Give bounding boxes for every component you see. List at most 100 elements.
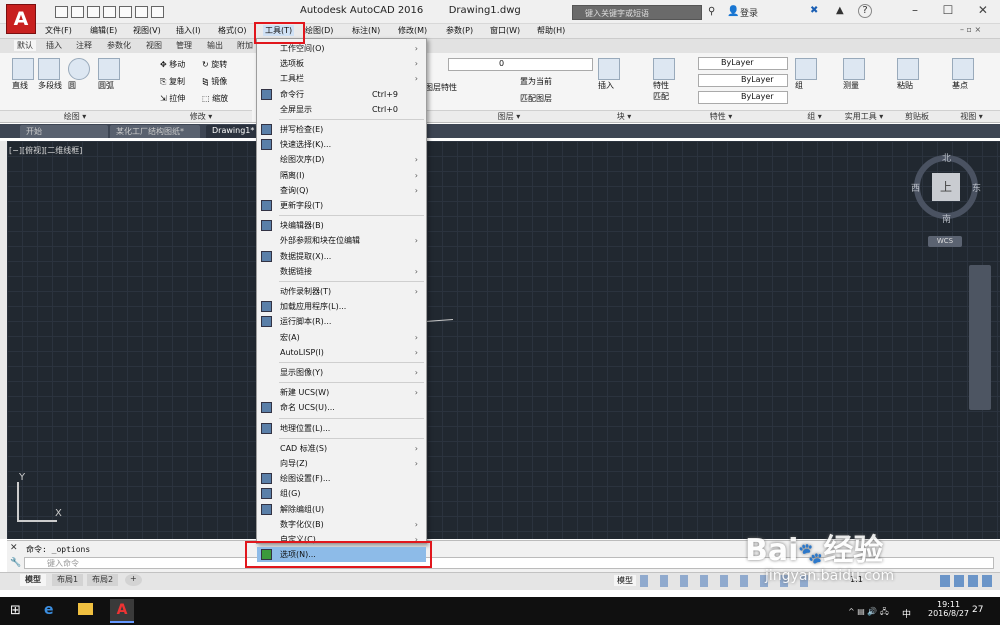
tools-menu-item-8[interactable]: 绘图次序(D) › — [257, 152, 426, 167]
line-button[interactable]: 直线 — [12, 58, 34, 91]
save-icon[interactable] — [87, 6, 100, 18]
tab-annotate[interactable]: 注释 — [76, 40, 92, 51]
group-label-view[interactable]: 视图 ▾ — [943, 110, 1000, 122]
group-button[interactable]: 组 — [795, 58, 817, 91]
tools-menu-item-9[interactable]: 隔离(I) › — [257, 168, 426, 183]
menu-file[interactable]: 文件(F) — [45, 25, 72, 36]
compass-north[interactable]: 北 — [942, 151, 951, 164]
clock[interactable]: 19:11 2016/8/27 — [928, 600, 969, 618]
group-label-modify[interactable]: 修改 ▾ — [150, 110, 252, 122]
menu-window[interactable]: 窗口(W) — [490, 25, 520, 36]
tab-parametric[interactable]: 参数化 — [107, 40, 131, 51]
layout-tab-1[interactable]: 布局1 — [52, 574, 84, 586]
copy-button[interactable]: ⎘ 复制 — [160, 76, 185, 87]
tab-insert[interactable]: 插入 — [46, 40, 62, 51]
wcs-menu[interactable]: WCS — [928, 236, 962, 247]
user-icon[interactable]: 👤 — [727, 6, 739, 17]
menu-edit[interactable]: 编辑(E) — [90, 25, 117, 36]
maximize-button[interactable]: ☐ — [943, 3, 954, 17]
notification-center[interactable]: 27 — [972, 605, 983, 615]
group-label-properties[interactable]: 特性 ▾ — [650, 110, 792, 122]
circle-button[interactable]: 圆 — [68, 58, 90, 91]
tools-menu-item-13[interactable]: 块编辑器(B) — [257, 218, 426, 233]
drawing-canvas[interactable] — [7, 141, 1000, 539]
tools-menu-item-18[interactable]: 动作录制器(T) › — [257, 284, 426, 299]
edge-browser-icon[interactable]: e — [44, 602, 54, 618]
layer-properties-button[interactable]: 图层特性 — [425, 82, 457, 93]
tools-menu-item-19[interactable]: 加载应用程序(L)... — [257, 299, 426, 314]
file-tab-plant[interactable]: 某化工厂结构图纸* — [110, 125, 200, 138]
new-file-icon[interactable] — [55, 6, 68, 18]
menu-draw[interactable]: 绘图(D) — [305, 25, 333, 36]
tools-menu-item-14[interactable]: 外部参照和块在位编辑 › — [257, 233, 426, 248]
layout-tab-model[interactable]: 模型 — [20, 574, 46, 586]
tools-menu-item-20[interactable]: 运行脚本(R)... — [257, 314, 426, 329]
tab-default[interactable]: 默认 — [14, 40, 36, 51]
undo-icon[interactable] — [135, 6, 148, 18]
tools-menu-item-35[interactable]: 解除编组(U) — [257, 502, 426, 517]
print-icon[interactable] — [119, 6, 132, 18]
measure-button[interactable]: 测量 — [843, 58, 865, 91]
command-close-icon[interactable]: ✕ — [10, 543, 18, 553]
menu-parametric[interactable]: 参数(P) — [446, 25, 473, 36]
save-as-icon[interactable] — [103, 6, 116, 18]
add-layout-button[interactable]: + — [125, 574, 142, 586]
compass-west[interactable]: 西 — [911, 181, 920, 194]
file-explorer-icon[interactable] — [78, 603, 93, 615]
arc-button[interactable]: 圆弧 — [98, 58, 120, 91]
layout-tab-2[interactable]: 布局2 — [87, 574, 119, 586]
tools-menu-item-32[interactable]: 向导(Z) › — [257, 456, 426, 471]
file-tab-drawing1[interactable]: Drawing1* — [206, 125, 256, 138]
windows-start-icon[interactable]: ⊞ — [10, 603, 21, 618]
menu-view[interactable]: 视图(V) — [133, 25, 161, 36]
tools-menu-item-24[interactable]: 显示图像(Y) › — [257, 365, 426, 380]
tab-addins[interactable]: 附加 — [237, 40, 253, 51]
tab-manage[interactable]: 管理 — [176, 40, 192, 51]
login-link[interactable]: 登录 — [740, 6, 758, 19]
help-icon[interactable]: ? — [858, 4, 872, 18]
base-point-button[interactable]: 基点 — [952, 58, 974, 91]
match-properties-button[interactable]: 特性匹配 — [653, 58, 675, 102]
layer-dropdown[interactable]: 0 — [448, 58, 593, 71]
minimize-button[interactable]: – — [912, 3, 918, 17]
autocad-taskbar-icon[interactable]: A — [110, 599, 134, 623]
tools-menu-item-3[interactable]: 命令行 Ctrl+9 — [257, 87, 426, 102]
tools-menu-item-27[interactable]: 命名 UCS(U)... — [257, 400, 426, 415]
move-button[interactable]: ✥ 移动 — [160, 59, 185, 70]
close-button[interactable]: ✕ — [978, 3, 988, 17]
tools-menu-item-29[interactable]: 地理位置(L)... — [257, 421, 426, 436]
compass-south[interactable]: 南 — [942, 212, 951, 225]
application-menu-button[interactable]: A — [6, 4, 36, 34]
tools-menu-item-26[interactable]: 新建 UCS(W) › — [257, 385, 426, 400]
insert-block-button[interactable]: 插入 — [598, 58, 620, 91]
match-layer-button[interactable]: 匹配图层 — [520, 93, 552, 104]
group-label-layers[interactable]: 图层 ▾ — [420, 110, 598, 122]
rotate-button[interactable]: ↻ 旋转 — [202, 59, 227, 70]
compass-east[interactable]: 东 — [972, 181, 981, 194]
menu-insert[interactable]: 插入(I) — [176, 25, 201, 36]
status-right-icons[interactable] — [940, 575, 996, 587]
group-label-utilities[interactable]: 实用工具 ▾ — [837, 110, 891, 122]
color-dropdown[interactable]: ByLayer — [698, 57, 788, 70]
group-label-groups[interactable]: 组 ▾ — [792, 110, 837, 122]
tools-menu-item-6[interactable]: 拼写检查(E) — [257, 122, 426, 137]
lineweight-dropdown[interactable]: ByLayer — [698, 91, 788, 104]
model-space-button[interactable]: 模型 — [614, 575, 636, 586]
viewport-controls[interactable]: [−][俯视][二维线框] — [9, 145, 82, 156]
linetype-dropdown[interactable]: ByLayer — [698, 74, 788, 87]
navigation-bar[interactable] — [969, 265, 991, 410]
scale-button[interactable]: ⬚ 缩放 — [202, 93, 228, 104]
mirror-button[interactable]: ⧎ 镜像 — [202, 76, 227, 87]
menu-help[interactable]: 帮助(H) — [537, 25, 565, 36]
tools-menu-item-31[interactable]: CAD 标准(S) › — [257, 441, 426, 456]
stay-connected-icon[interactable]: ▲ — [836, 5, 844, 16]
group-label-block[interactable]: 块 ▾ — [598, 110, 650, 122]
redo-icon[interactable] — [151, 6, 164, 18]
menu-dimension[interactable]: 标注(N) — [352, 25, 380, 36]
system-tray-icons[interactable]: ^ ▤ 🔊 🖧 — [848, 606, 889, 620]
group-label-draw[interactable]: 绘图 ▾ — [0, 110, 150, 122]
doc-window-controls[interactable]: – ▫ × — [960, 25, 981, 34]
polyline-button[interactable]: 多段线 — [38, 58, 62, 91]
group-label-clipboard[interactable]: 剪贴板 — [891, 110, 943, 122]
tools-menu-item-16[interactable]: 数据链接 › — [257, 264, 426, 279]
